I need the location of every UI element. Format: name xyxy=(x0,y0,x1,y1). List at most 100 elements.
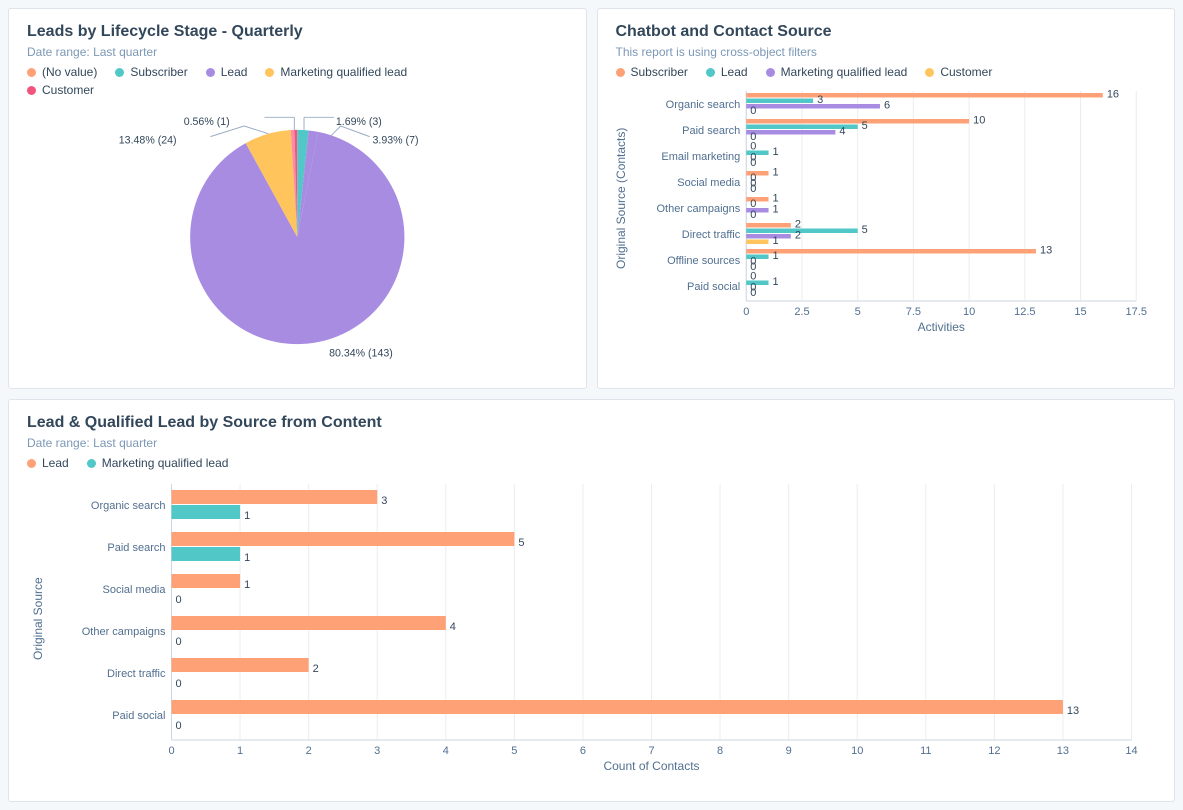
svg-text:7: 7 xyxy=(648,745,654,757)
svg-text:4: 4 xyxy=(839,126,845,138)
svg-text:0: 0 xyxy=(750,105,756,117)
bar-chart[interactable]: 02.557.51012.51517.5ActivitiesOrganic se… xyxy=(616,89,1157,339)
svg-text:0: 0 xyxy=(743,306,749,318)
svg-text:9: 9 xyxy=(786,745,792,757)
svg-text:Activities: Activities xyxy=(917,320,964,334)
legend-item[interactable]: Subscriber xyxy=(616,65,688,79)
y-axis-label: Original Source xyxy=(31,577,45,660)
svg-text:1: 1 xyxy=(772,235,778,247)
svg-text:Offline sources: Offline sources xyxy=(667,255,741,267)
svg-text:0: 0 xyxy=(176,678,182,690)
subtitle: This report is using cross-object filter… xyxy=(616,45,1157,59)
svg-text:2: 2 xyxy=(313,663,319,675)
svg-text:Email marketing: Email marketing xyxy=(661,151,740,163)
svg-text:2: 2 xyxy=(306,745,312,757)
y-axis-label: Original Source (Contacts) xyxy=(614,128,628,269)
svg-text:13: 13 xyxy=(1039,245,1051,257)
svg-text:10: 10 xyxy=(962,306,974,318)
svg-text:10: 10 xyxy=(851,745,863,757)
svg-text:Organic search: Organic search xyxy=(665,99,740,111)
svg-text:Other campaigns: Other campaigns xyxy=(82,626,166,638)
svg-text:1: 1 xyxy=(772,146,778,158)
svg-text:1: 1 xyxy=(772,276,778,288)
svg-text:0: 0 xyxy=(750,183,756,195)
svg-text:6: 6 xyxy=(883,100,889,112)
svg-text:0: 0 xyxy=(750,209,756,221)
chart-title: Leads by Lifecycle Stage - Quarterly xyxy=(27,23,568,41)
svg-text:6: 6 xyxy=(580,745,586,757)
svg-text:11: 11 xyxy=(920,745,931,757)
svg-text:Paid social: Paid social xyxy=(687,281,740,293)
card-lifecycle-pie: Leads by Lifecycle Stage - Quarterly Dat… xyxy=(8,8,587,389)
svg-text:13: 13 xyxy=(1057,745,1069,757)
legend-item[interactable]: Customer xyxy=(27,83,568,97)
svg-text:Count of Contacts: Count of Contacts xyxy=(603,759,699,773)
bar-chart[interactable]: 01234567891011121314Count of ContactsOrg… xyxy=(27,480,1156,780)
svg-text:Other campaigns: Other campaigns xyxy=(656,203,740,215)
svg-text:5: 5 xyxy=(511,745,517,757)
legend-item[interactable]: Lead xyxy=(706,65,748,79)
svg-text:5: 5 xyxy=(854,306,860,318)
svg-text:15: 15 xyxy=(1074,306,1086,318)
svg-text:Direct traffic: Direct traffic xyxy=(681,229,740,241)
legend-item[interactable]: Subscriber xyxy=(115,65,187,79)
svg-text:1: 1 xyxy=(244,510,250,522)
svg-text:Paid search: Paid search xyxy=(107,542,165,554)
legend-item[interactable]: (No value) xyxy=(27,65,97,79)
svg-text:Paid social: Paid social xyxy=(112,710,165,722)
svg-text:3: 3 xyxy=(381,495,387,507)
svg-text:0: 0 xyxy=(176,636,182,648)
slice-label: 1.69% (3) xyxy=(336,116,382,128)
svg-text:Social media: Social media xyxy=(103,584,167,596)
pie-chart[interactable]: 0.56% (1) 1.69% (3) 3.93% (7) 80.34% (14… xyxy=(27,107,568,367)
svg-text:1: 1 xyxy=(772,250,778,262)
svg-text:Organic search: Organic search xyxy=(91,500,166,512)
date-range: Date range: Last quarter xyxy=(27,45,568,59)
svg-text:Paid search: Paid search xyxy=(682,125,740,137)
svg-text:4: 4 xyxy=(450,621,456,633)
legend-item[interactable]: Customer xyxy=(925,65,992,79)
chart-title: Chatbot and Contact Source xyxy=(616,23,1157,41)
svg-text:12.5: 12.5 xyxy=(1014,306,1035,318)
svg-text:8: 8 xyxy=(717,745,723,757)
svg-text:5: 5 xyxy=(861,120,867,132)
svg-text:0: 0 xyxy=(750,287,756,299)
svg-text:1: 1 xyxy=(772,204,778,216)
legend-item[interactable]: Marketing qualified lead xyxy=(87,456,229,470)
svg-text:0: 0 xyxy=(168,745,174,757)
slice-label: 0.56% (1) xyxy=(184,116,230,128)
legend-item[interactable]: Lead xyxy=(27,456,69,470)
slice-label: 13.48% (24) xyxy=(119,134,177,146)
svg-text:14: 14 xyxy=(1125,745,1137,757)
svg-text:5: 5 xyxy=(861,224,867,236)
svg-text:7.5: 7.5 xyxy=(905,306,920,318)
svg-text:16: 16 xyxy=(1106,89,1118,101)
svg-text:0: 0 xyxy=(176,594,182,606)
legend-item[interactable]: Marketing qualified lead xyxy=(265,65,407,79)
legend: Lead Marketing qualified lead xyxy=(27,456,1156,470)
svg-text:2: 2 xyxy=(794,230,800,242)
svg-text:1: 1 xyxy=(772,167,778,179)
legend-item[interactable]: Lead xyxy=(206,65,248,79)
legend-item[interactable]: Marketing qualified lead xyxy=(766,65,908,79)
svg-text:1: 1 xyxy=(244,552,250,564)
svg-text:1: 1 xyxy=(237,745,243,757)
legend: Subscriber Lead Marketing qualified lead… xyxy=(616,65,1157,79)
svg-text:1: 1 xyxy=(244,579,250,591)
svg-text:Direct traffic: Direct traffic xyxy=(107,668,166,680)
chart-title: Lead & Qualified Lead by Source from Con… xyxy=(27,414,1156,432)
svg-text:2.5: 2.5 xyxy=(794,306,809,318)
svg-text:0: 0 xyxy=(176,720,182,732)
card-chatbot-source: Chatbot and Contact Source This report i… xyxy=(597,8,1176,389)
svg-text:3: 3 xyxy=(374,745,380,757)
svg-text:Social media: Social media xyxy=(677,177,741,189)
card-leads-by-source: Lead & Qualified Lead by Source from Con… xyxy=(8,399,1175,802)
slice-label: 3.93% (7) xyxy=(373,134,419,146)
slice-label: 80.34% (143) xyxy=(329,348,393,360)
svg-text:0: 0 xyxy=(750,157,756,169)
svg-text:5: 5 xyxy=(518,537,524,549)
svg-text:4: 4 xyxy=(443,745,449,757)
svg-text:12: 12 xyxy=(988,745,1000,757)
svg-text:10: 10 xyxy=(973,115,985,127)
svg-text:13: 13 xyxy=(1067,705,1079,717)
